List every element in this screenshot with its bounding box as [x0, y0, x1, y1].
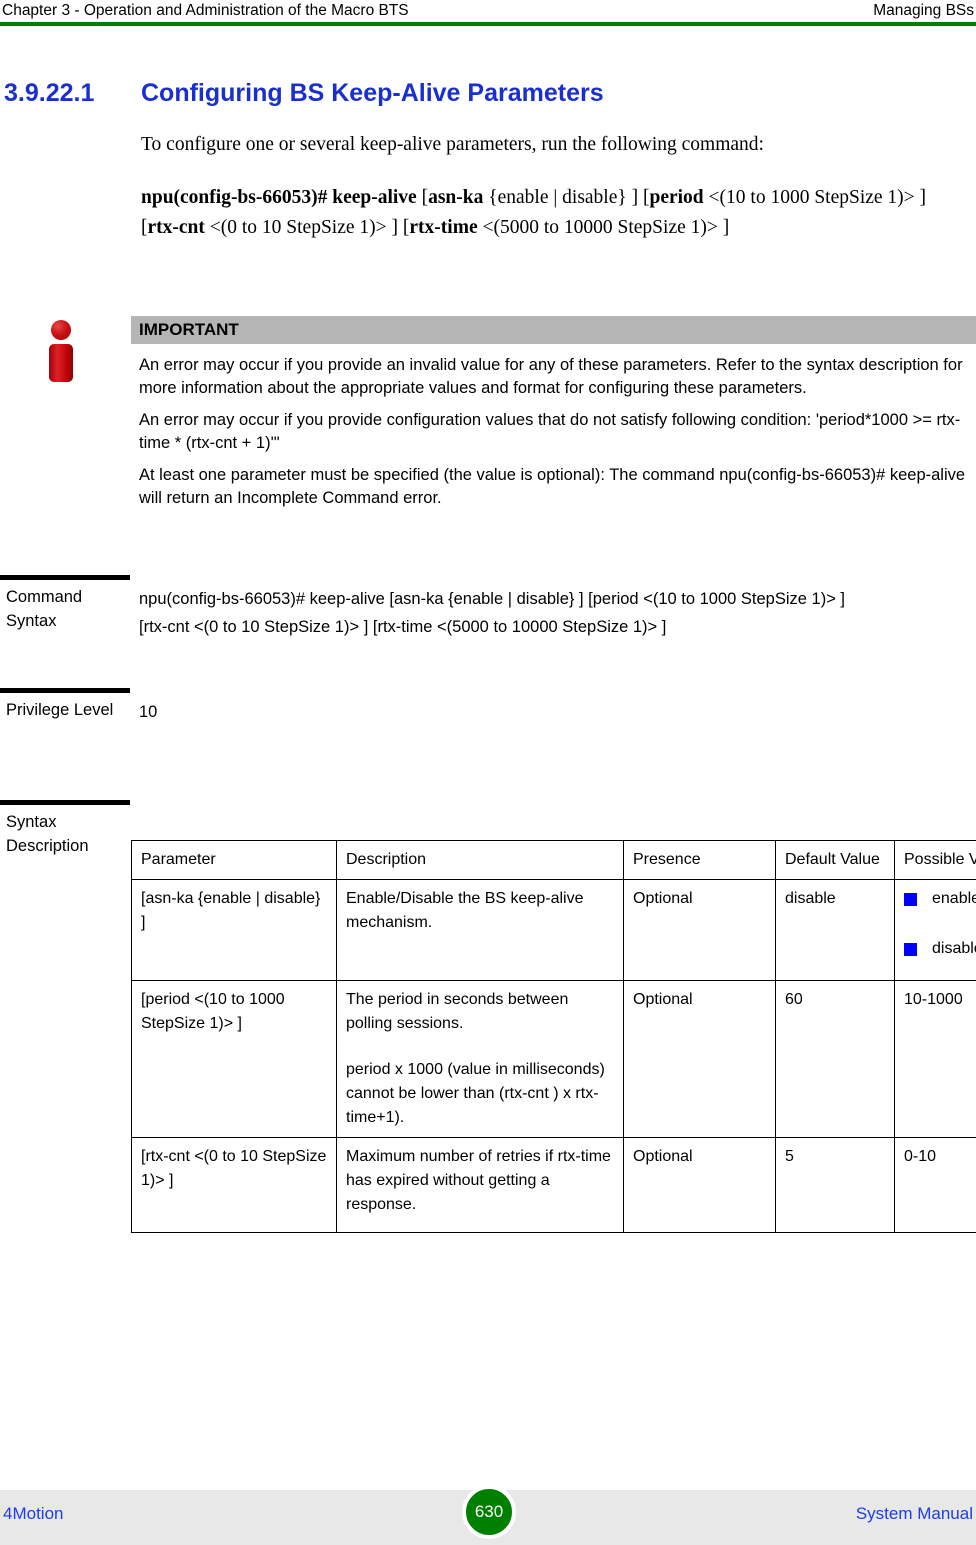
period-range: <(10 to 1000 StepSize 1)> ]	[708, 187, 927, 208]
cell-presence: Optional	[623, 980, 776, 1138]
cell-default-value: disable	[775, 879, 895, 981]
asn-ka-values: {enable | disable} ]	[488, 187, 639, 208]
callout-title: IMPORTANT	[139, 320, 239, 339]
list-item: disable	[904, 937, 976, 961]
cell-possible-values: 0-10	[894, 1137, 976, 1233]
list-item-label: disable	[932, 940, 976, 957]
rtx-time-range: <(5000 to 10000 StepSize 1)> ]	[482, 217, 730, 238]
command-prompt: npu(config-bs-66053)# keep-alive	[141, 187, 417, 208]
info-icon	[44, 320, 78, 382]
column-header-presence: Presence	[623, 840, 776, 880]
header-section-text: Managing BSs	[873, 2, 974, 19]
footer-product-link[interactable]: 4Motion	[3, 1504, 63, 1524]
cell-description: Enable/Disable the BS keep-alive mechani…	[336, 879, 624, 981]
callout-body: An error may occur if you provide an inv…	[139, 354, 969, 509]
field-value-command-syntax: npu(config-bs-66053)# keep-alive [asn-ka…	[139, 585, 974, 641]
list-item: enable	[904, 887, 976, 911]
column-header-description: Description	[336, 840, 624, 880]
callout-paragraph-1: An error may occur if you provide an inv…	[139, 356, 963, 397]
column-header-possible-values: Possible Values	[894, 840, 976, 880]
section-title: Configuring BS Keep-Alive Parameters	[141, 79, 604, 107]
header-chapter-text: Chapter 3 - Operation and Administration…	[2, 2, 409, 19]
page-number-badge: 630	[462, 1485, 516, 1539]
list-item-label: enable	[932, 890, 976, 907]
cell-default-value: 60	[775, 980, 895, 1138]
section-number: 3.9.22.1	[4, 79, 95, 107]
intro-text: To configure one or several keep-alive p…	[141, 134, 764, 155]
bullet-square-icon	[904, 893, 917, 906]
cell-presence: Optional	[623, 1137, 776, 1233]
cell-parameter: [asn-ka {enable | disable} ]	[131, 879, 337, 981]
field-label-syntax-description: Syntax Description	[6, 813, 89, 855]
command-syntax-line-2: [rtx-cnt <(0 to 10 StepSize 1)> ] [rtx-t…	[139, 618, 667, 636]
cell-description-line-1: Maximum number of retries if rtx-time ha…	[346, 1148, 611, 1213]
cell-description: The period in seconds between polling se…	[336, 980, 624, 1138]
field-rule	[0, 575, 130, 580]
field-rule	[0, 688, 130, 693]
cell-possible-values: 10-1000	[894, 980, 976, 1138]
table-row: [asn-ka {enable | disable} ] Enable/Disa…	[131, 879, 976, 981]
cell-parameter: [period <(10 to 1000 StepSize 1)> ]	[131, 980, 337, 1138]
column-header-default-value: Default Value	[775, 840, 895, 880]
cell-description: Maximum number of retries if rtx-time ha…	[336, 1137, 624, 1233]
page-title: 3.9.22.1 Configuring BS Keep-Alive Param…	[4, 78, 904, 108]
cell-presence: Optional	[623, 879, 776, 981]
cell-default-value: 5	[775, 1137, 895, 1233]
cell-description-line-2: period x 1000 (value in milliseconds) ca…	[346, 1061, 605, 1126]
cell-parameter: [rtx-cnt <(0 to 10 StepSize 1)> ]	[131, 1137, 337, 1233]
possible-values-list: enable disable	[904, 887, 976, 961]
field-rule	[0, 800, 130, 805]
info-icon-dot	[51, 320, 71, 340]
keyword-period: period	[649, 187, 704, 208]
page-running-header: Chapter 3 - Operation and Administration…	[0, 0, 976, 23]
field-value-privilege-level: 10	[139, 703, 158, 721]
table-row: [period <(10 to 1000 StepSize 1)> ] The …	[131, 980, 976, 1138]
table-header-row: Parameter Description Presence Default V…	[131, 840, 976, 880]
callout-title-bar: IMPORTANT	[131, 316, 976, 344]
bullet-square-icon	[904, 943, 917, 956]
keyword-rtx-cnt: rtx-cnt	[147, 217, 205, 238]
cell-description-line-1: Enable/Disable the BS keep-alive mechani…	[346, 890, 584, 931]
keyword-asn-ka: asn-ka	[428, 187, 484, 208]
callout-paragraph-3: At least one parameter must be specified…	[139, 466, 966, 507]
parameter-table: Parameter Description Presence Default V…	[131, 840, 976, 1233]
field-label-privilege-level: Privilege Level	[6, 701, 114, 719]
field-label-command-syntax: Command Syntax	[6, 588, 83, 630]
keyword-rtx-time: rtx-time	[409, 217, 478, 238]
rtx-cnt-range: <(0 to 10 StepSize 1)> ]	[209, 217, 399, 238]
table-row: [rtx-cnt <(0 to 10 StepSize 1)> ] Maximu…	[131, 1137, 976, 1233]
intro-paragraph: To configure one or several keep-alive p…	[141, 130, 961, 160]
command-syntax-paragraph: npu(config-bs-66053)# keep-alive [asn-ka…	[141, 183, 961, 243]
info-icon-stem	[49, 344, 73, 382]
header-divider-rule	[0, 22, 976, 26]
column-header-parameter: Parameter	[131, 840, 337, 880]
cell-possible-values: enable disable	[894, 879, 976, 981]
callout-paragraph-2: An error may occur if you provide config…	[139, 411, 961, 452]
command-syntax-line-1: npu(config-bs-66053)# keep-alive [asn-ka…	[139, 590, 845, 608]
footer-manual-link[interactable]: System Manual	[856, 1504, 973, 1524]
cell-description-line-1: The period in seconds between polling se…	[346, 991, 569, 1032]
